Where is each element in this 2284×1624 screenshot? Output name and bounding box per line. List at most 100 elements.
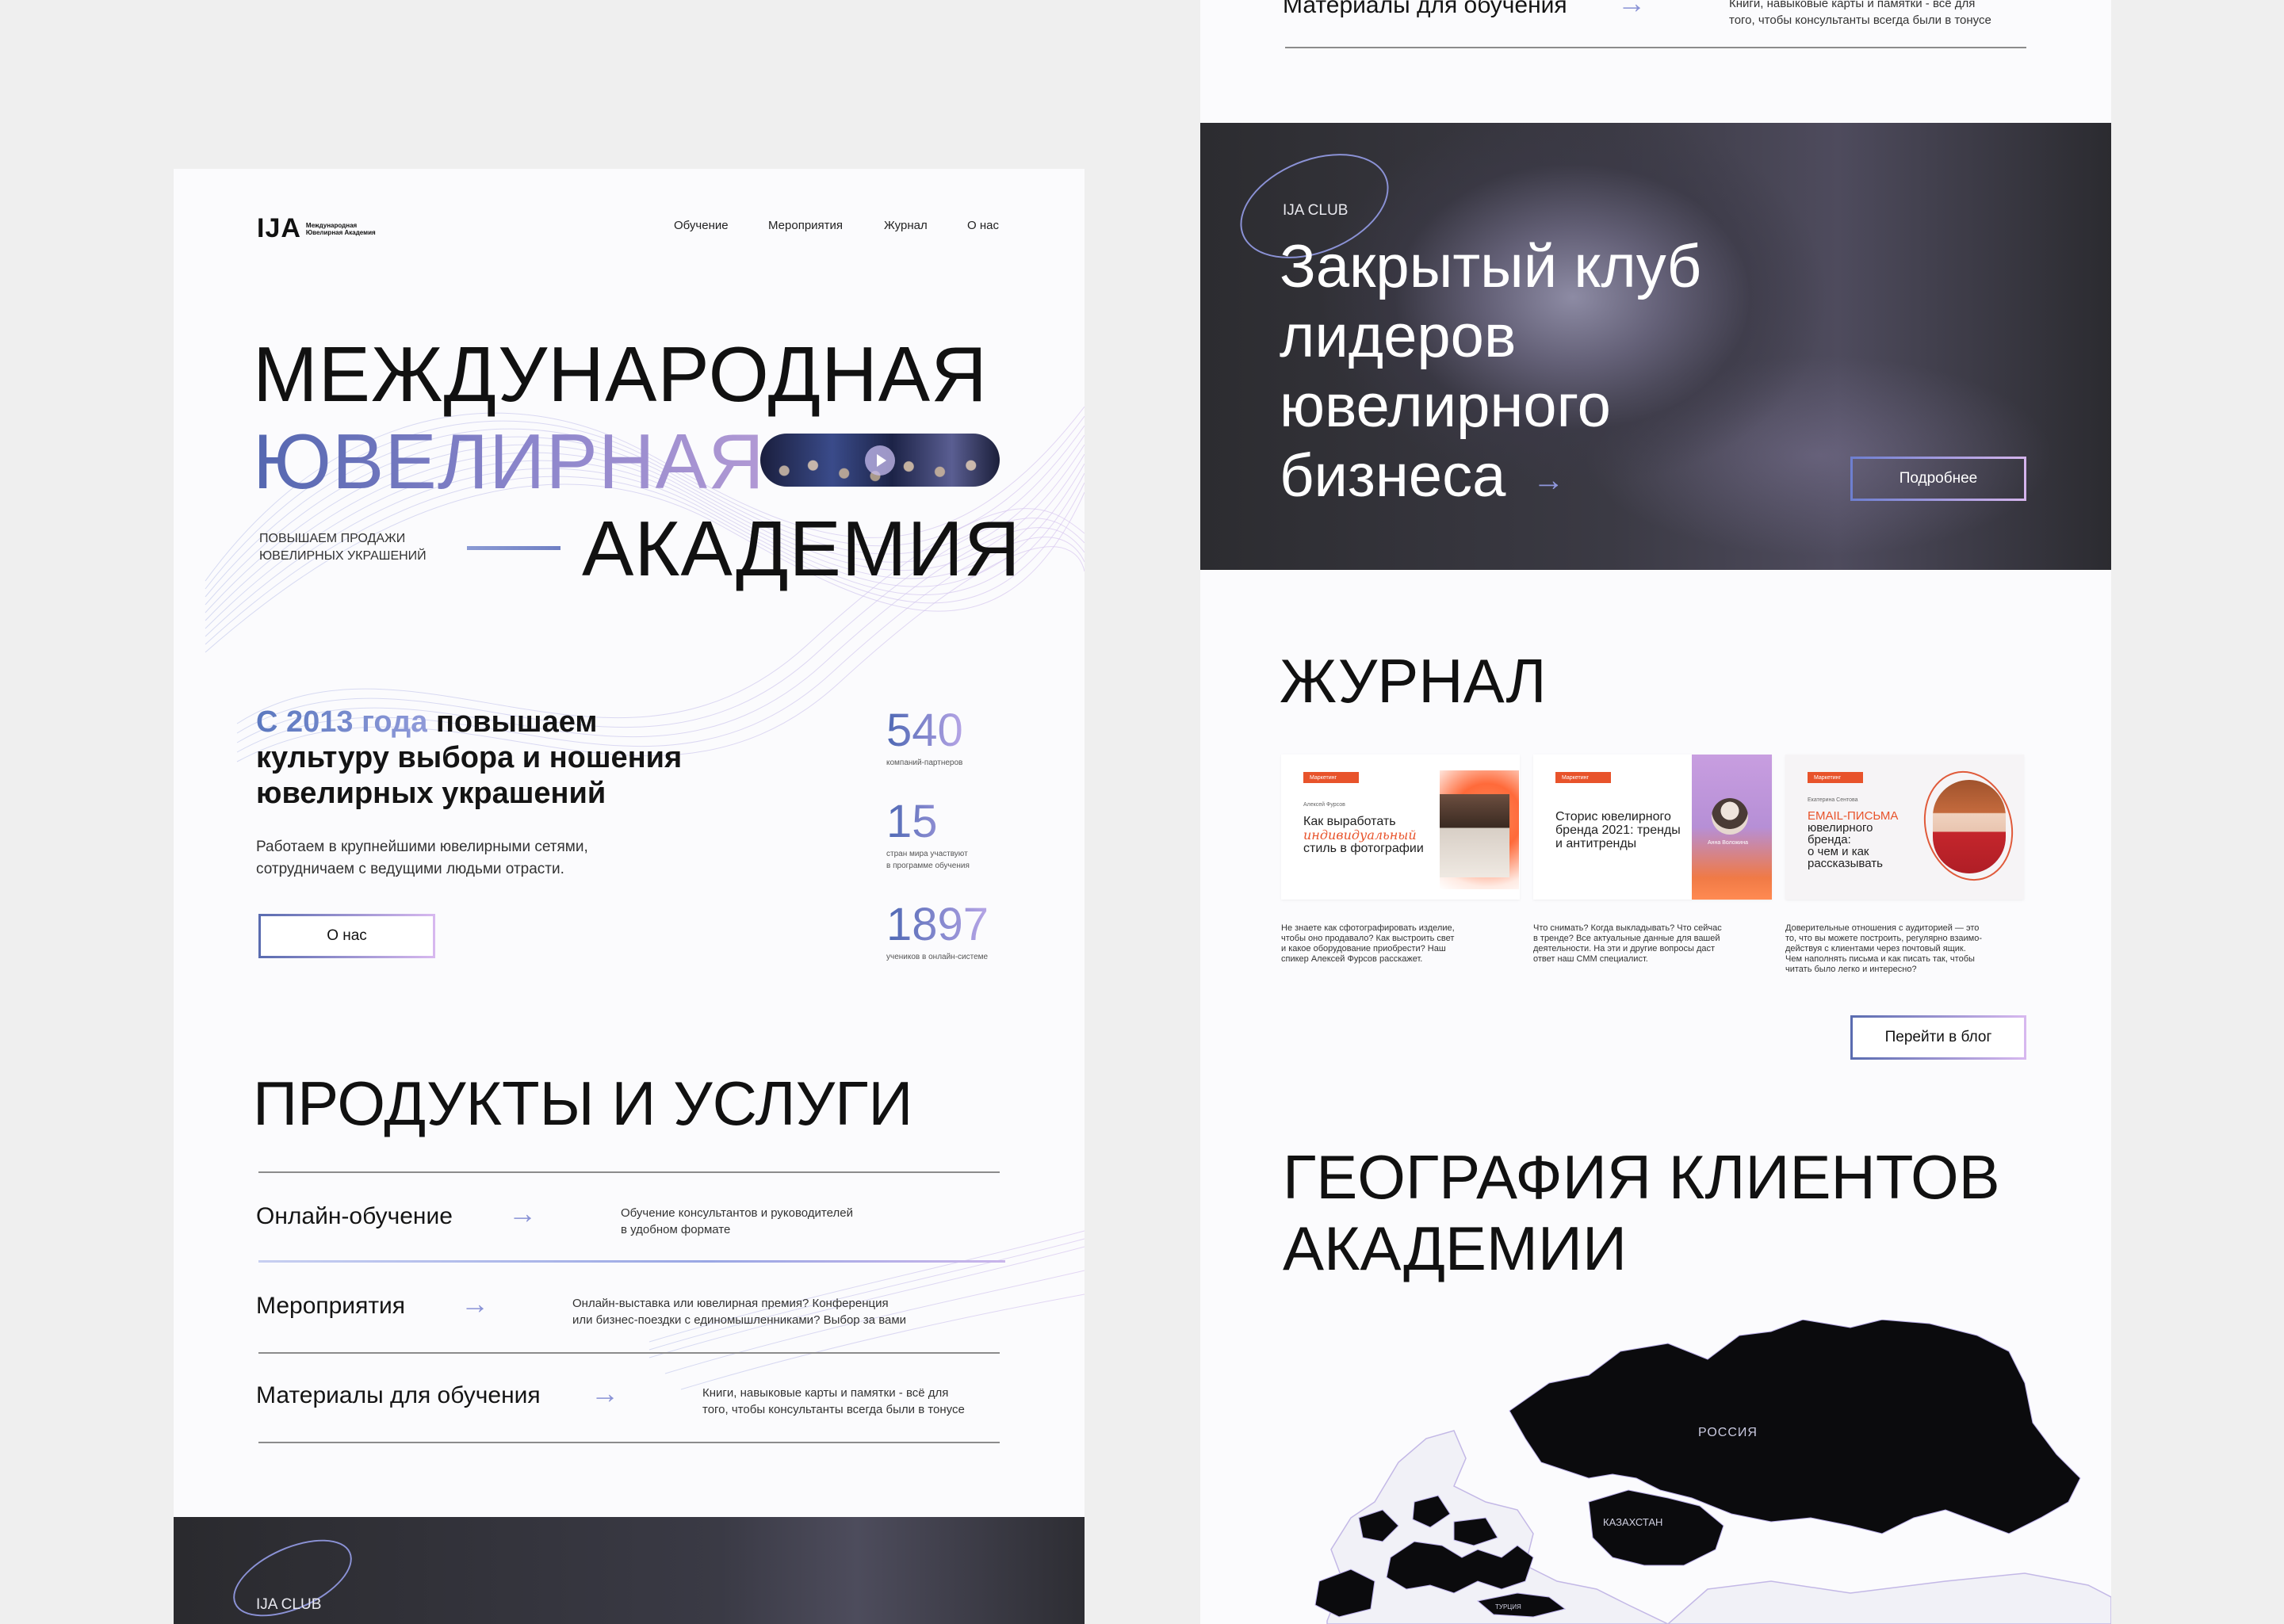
card-desc-line: действуя с клиентами через почтовый ящик… (1785, 944, 1966, 953)
about-text: Работаем в крупнейшими ювелирными сетями… (256, 836, 588, 881)
stat-students: 1897 учеников в онлайн-системе (886, 902, 989, 963)
product-desc-line-1: Обучение консультантов и руководителей (621, 1206, 853, 1220)
hero-tagline-line-2: ЮВЕЛИРНЫХ УКРАШЕНИЙ (259, 549, 427, 563)
stat-value: 1897 (886, 899, 989, 950)
product-desc-line-2: в удобном формате (621, 1223, 731, 1236)
about-text-line-2: сотрудничаем с ведущими людьми отрасти. (256, 861, 564, 877)
nav-item-events[interactable]: Мероприятия (768, 219, 843, 232)
blog-card-photo-style[interactable]: Маркетинг Алексей Фурсов Как выработать … (1281, 755, 1520, 900)
card-desc: Что снимать? Когда выкладывать? Что сейч… (1533, 923, 1722, 965)
arrow-right-icon[interactable]: → (591, 1379, 619, 1408)
card-title-line-3: стиль в фотографии (1303, 842, 1424, 855)
card-author-photo (1712, 798, 1748, 835)
about-button[interactable]: О нас (258, 914, 435, 958)
stat-label: в программе обучения (886, 862, 970, 870)
club-tag: IJA CLUB (256, 1596, 322, 1613)
card-desc-line: деятельности. На эти и другие вопросы да… (1533, 944, 1716, 953)
product-materials[interactable]: Материалы для обучения (1283, 0, 1567, 19)
stat-label: компаний-партнеров (886, 759, 963, 767)
arrow-right-icon[interactable]: → (1617, 0, 1646, 17)
map-label-russia: РОССИЯ (1698, 1426, 1758, 1439)
club-title: Закрытый клуб лидеров ювелирного бизнеса… (1280, 232, 1701, 515)
card-desc-line: и какое оборудование приобрести? Наш (1281, 944, 1446, 953)
card-desc-line: то, что вы можете построить, регулярно в… (1785, 934, 1983, 943)
divider-active (258, 1260, 1005, 1263)
card-title: Сторис ювелирного бренда 2021: тренды и … (1555, 810, 1681, 850)
stat-label: стран мира участвуют (886, 850, 968, 858)
divider (258, 1442, 1000, 1443)
card-author: Алексей Фурсов (1303, 802, 1345, 808)
hero-tagline-line-1: ПОВЫШАЕМ ПРОДАЖИ (259, 532, 406, 545)
blog-card-email[interactable]: Маркетинг Екатерина Сентова EMAIL-ПИСЬМА… (1785, 755, 2024, 900)
club-title-line-3: ювелирного (1280, 373, 1611, 440)
play-icon[interactable] (865, 445, 895, 476)
card-desc-line: ответ наш СММ специалист. (1533, 954, 1648, 964)
card-title-line-1: Как выработать (1303, 815, 1396, 828)
card-title-line-2: бренда 2021: тренды (1555, 823, 1681, 837)
card-tag: Маркетинг (1555, 772, 1611, 783)
about-lead: С 2013 года повышаем культуру выбора и н… (256, 705, 700, 812)
arrow-right-icon[interactable]: → (461, 1290, 489, 1318)
hero-tagline: ПОВЫШАЕМ ПРОДАЖИ ЮВЕЛИРНЫХ УКРАШЕНИЙ (259, 530, 427, 565)
card-title: Как выработать индивидуальный стиль в фо… (1303, 815, 1424, 855)
nav-item-about[interactable]: О нас (967, 219, 999, 232)
card-author-photo (1933, 780, 2006, 873)
card-desc-line: читать было легко и интересно? (1785, 965, 1917, 974)
card-tag: Маркетинг (1303, 772, 1359, 783)
card-title-line-1: EMAIL-ПИСЬМА (1808, 809, 1899, 823)
card-title-line-2: ювелирного (1808, 821, 1873, 835)
arrow-right-icon[interactable]: → (1532, 463, 1564, 498)
map-label-kazakhstan: КАЗАХСТАН (1603, 1516, 1662, 1528)
product-desc: Книги, навыковые карты и памятки - всё д… (702, 1385, 965, 1418)
hero-divider (467, 546, 560, 550)
stat-value: 15 (886, 799, 970, 845)
card-desc-line: Что снимать? Когда выкладывать? Что сейч… (1533, 923, 1722, 933)
hero-title-line-1: МЕЖДУНАРОДНАЯ (253, 331, 988, 418)
logo-text: Международная Ювелирная Академия (305, 221, 376, 236)
divider (258, 1171, 1000, 1173)
card-author-photo (1440, 794, 1509, 877)
card-desc-line: Чем наполнять письма и как писать так, ч… (1785, 954, 1975, 964)
product-desc: Онлайн-выставка или ювелирная премия? Ко… (572, 1295, 906, 1328)
nav-item-journal[interactable]: Журнал (884, 219, 928, 232)
hero-video-preview[interactable] (760, 434, 1000, 487)
card-author: Екатерина Сентова (1808, 797, 1858, 803)
card-title-line-3: и антитренды (1555, 837, 1637, 850)
card-title-line-3: бренда: (1808, 833, 1851, 846)
product-desc-line-1: Книги, навыковые карты и памятки - всё д… (702, 1386, 949, 1400)
about-lead-part-1: повышаем (427, 705, 598, 739)
divider (258, 1352, 1000, 1354)
club-band-preview: IJA CLUB (174, 1517, 1085, 1624)
geography-title-line-2: АКАДЕМИИ (1283, 1213, 1628, 1283)
divider (1285, 47, 2026, 48)
product-desc-line-2: того, чтобы консультанты всегда были в т… (1729, 13, 1991, 27)
go-to-blog-button[interactable]: Перейти в блог (1850, 1015, 2026, 1060)
map-spain (1314, 1569, 1375, 1618)
clients-map: РОССИЯ КАЗАХСТАН ТУРЦИЯ (1314, 1320, 2111, 1624)
hero-title-line-3: АКАДЕМИЯ (582, 505, 1021, 592)
product-materials[interactable]: Материалы для обучения (256, 1382, 541, 1409)
hero-title-line-2: ЮВЕЛИРНАЯ (253, 418, 765, 505)
journal-title: ЖУРНАЛ (1280, 646, 1547, 716)
card-desc-line: Не знаете как сфотографировать изделие, (1281, 923, 1455, 933)
blog-card-stories[interactable]: Маркетинг Сторис ювелирного бренда 2021:… (1533, 755, 1772, 900)
product-desc-line-2: или бизнес-поездки с единомышленниками? … (572, 1313, 907, 1327)
card-title-line-5: рассказывать (1808, 857, 1883, 870)
club-more-button[interactable]: Подробнее (1850, 457, 2026, 501)
product-events[interactable]: Мероприятия (256, 1293, 405, 1320)
logo[interactable]: IJA Международная Ювелирная Академия (257, 213, 393, 244)
product-online-learning[interactable]: Онлайн-обучение (256, 1203, 453, 1230)
about-lead-accent: С 2013 года (256, 705, 428, 739)
about-lead-part-2: культуру выбора и ношения (256, 741, 683, 774)
product-desc: Обучение консультантов и руководителей в… (621, 1205, 853, 1238)
card-author: Анна Воложина (1708, 840, 1748, 846)
arrow-right-icon[interactable]: → (508, 1199, 537, 1228)
card-desc: Доверительные отношения с аудиторией — э… (1785, 923, 1982, 975)
card-title-line-1: Сторис ювелирного (1555, 810, 1671, 823)
logo-mark: IJA (257, 213, 301, 243)
card-title-line-2: индивидуальный (1303, 827, 1417, 843)
stat-partners: 540 компаний-партнеров (886, 708, 963, 769)
nav-item-learning[interactable]: Обучение (674, 219, 729, 232)
stat-label: учеников в онлайн-системе (886, 953, 989, 961)
card-title: EMAIL-ПИСЬМА ювелирного бренда: о чем и … (1808, 810, 1898, 869)
